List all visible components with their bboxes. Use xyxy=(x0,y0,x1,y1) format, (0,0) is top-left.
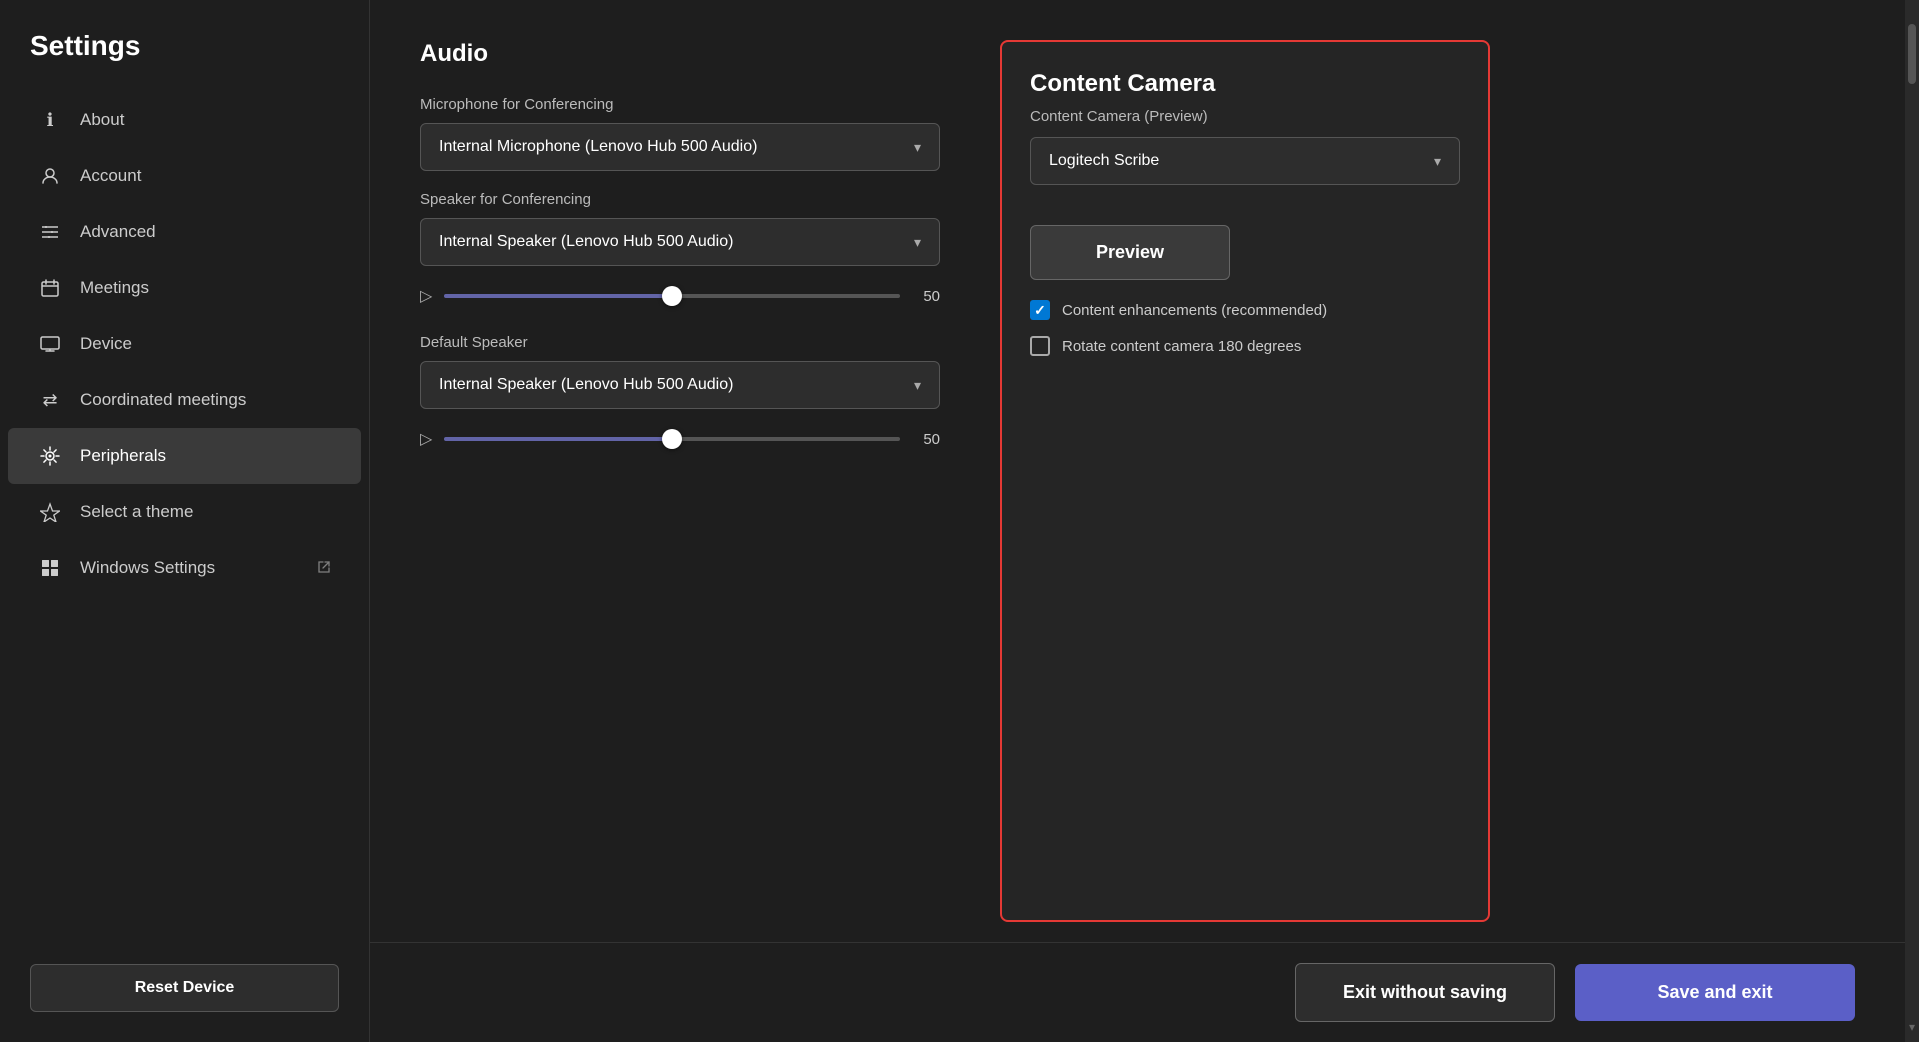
sidebar-item-peripherals[interactable]: Peripherals xyxy=(8,428,361,484)
rotate-row: Rotate content camera 180 degrees xyxy=(1030,336,1460,356)
sidebar: Settings ℹ About Account Advanced xyxy=(0,0,370,1042)
speaker-volume-container: ▷ 50 xyxy=(420,286,940,306)
scroll-down-icon[interactable]: ▾ xyxy=(1909,1020,1915,1034)
sidebar-item-label: Select a theme xyxy=(80,502,331,522)
sidebar-item-account[interactable]: Account xyxy=(8,148,361,204)
sidebar-item-label: Meetings xyxy=(80,278,331,298)
account-icon xyxy=(38,164,62,188)
chevron-down-icon: ▾ xyxy=(914,139,921,156)
sidebar-item-label: Peripherals xyxy=(80,446,331,466)
preview-button[interactable]: Preview xyxy=(1030,225,1230,280)
external-link-icon xyxy=(317,560,331,577)
microphone-label: Microphone for Conferencing xyxy=(420,96,940,113)
main-content: Audio Microphone for Conferencing Intern… xyxy=(370,0,1905,1042)
info-icon: ℹ xyxy=(38,108,62,132)
rotate-label: Rotate content camera 180 degrees xyxy=(1062,338,1301,355)
chevron-down-icon: ▾ xyxy=(914,234,921,251)
default-speaker-label: Default Speaker xyxy=(420,334,940,351)
camera-title: Content Camera xyxy=(1030,70,1460,98)
sidebar-item-device[interactable]: Device xyxy=(8,316,361,372)
device-icon xyxy=(38,332,62,356)
enhancements-checkbox[interactable] xyxy=(1030,300,1050,320)
sidebar-item-coordinated[interactable]: ⇄ Coordinated meetings xyxy=(8,372,361,428)
chevron-down-icon: ▾ xyxy=(1434,153,1441,170)
settings-title: Settings xyxy=(0,30,369,92)
camera-dropdown[interactable]: Logitech Scribe ▾ xyxy=(1030,137,1460,185)
chevron-down-icon: ▾ xyxy=(914,377,921,394)
microphone-dropdown[interactable]: Internal Microphone (Lenovo Hub 500 Audi… xyxy=(420,123,940,171)
speaker-volume-slider[interactable] xyxy=(444,294,900,298)
sidebar-item-label: Windows Settings xyxy=(80,558,299,578)
speaker-dropdown[interactable]: Internal Speaker (Lenovo Hub 500 Audio) … xyxy=(420,218,940,266)
play-icon[interactable]: ▷ xyxy=(420,286,432,306)
default-speaker-volume-slider[interactable] xyxy=(444,437,900,441)
camera-preview-label: Content Camera (Preview) xyxy=(1030,108,1460,125)
sidebar-item-label: Account xyxy=(80,166,331,186)
play-icon[interactable]: ▷ xyxy=(420,429,432,449)
camera-section: Content Camera Content Camera (Preview) … xyxy=(1000,40,1490,922)
default-speaker-value: Internal Speaker (Lenovo Hub 500 Audio) xyxy=(439,376,733,394)
default-speaker-dropdown[interactable]: Internal Speaker (Lenovo Hub 500 Audio) … xyxy=(420,361,940,409)
enhancements-label: Content enhancements (recommended) xyxy=(1062,302,1327,319)
sidebar-item-meetings[interactable]: Meetings xyxy=(8,260,361,316)
windows-icon xyxy=(38,556,62,580)
camera-value: Logitech Scribe xyxy=(1049,152,1159,170)
save-and-exit-button[interactable]: Save and exit xyxy=(1575,964,1855,1021)
coordinated-icon: ⇄ xyxy=(38,388,62,412)
advanced-icon xyxy=(38,220,62,244)
sidebar-bottom: Reset Device xyxy=(0,954,369,1022)
sidebar-item-label: About xyxy=(80,110,331,130)
speaker-volume-value: 50 xyxy=(912,288,940,305)
audio-title: Audio xyxy=(420,40,940,68)
sidebar-item-label: Coordinated meetings xyxy=(80,390,331,410)
sidebar-item-advanced[interactable]: Advanced xyxy=(8,204,361,260)
sidebar-item-label: Device xyxy=(80,334,331,354)
sidebar-item-windows[interactable]: Windows Settings xyxy=(8,540,361,596)
microphone-value: Internal Microphone (Lenovo Hub 500 Audi… xyxy=(439,138,757,156)
peripherals-icon xyxy=(38,444,62,468)
scrollbar-thumb[interactable] xyxy=(1908,24,1916,84)
audio-section: Audio Microphone for Conferencing Intern… xyxy=(420,40,940,922)
content-area: Audio Microphone for Conferencing Intern… xyxy=(370,0,1905,942)
speaker-value: Internal Speaker (Lenovo Hub 500 Audio) xyxy=(439,233,733,251)
footer: Exit without saving Save and exit xyxy=(370,942,1905,1042)
speaker-label: Speaker for Conferencing xyxy=(420,191,940,208)
sidebar-item-about[interactable]: ℹ About xyxy=(8,92,361,148)
sidebar-item-label: Advanced xyxy=(80,222,331,242)
enhancements-row: Content enhancements (recommended) xyxy=(1030,300,1460,320)
scrollbar[interactable]: ▾ xyxy=(1905,0,1919,1042)
meetings-icon xyxy=(38,276,62,300)
rotate-checkbox[interactable] xyxy=(1030,336,1050,356)
default-speaker-volume-container: ▷ 50 xyxy=(420,429,940,449)
sidebar-item-theme[interactable]: Select a theme xyxy=(8,484,361,540)
default-speaker-volume-value: 50 xyxy=(912,431,940,448)
exit-without-saving-button[interactable]: Exit without saving xyxy=(1295,963,1555,1022)
reset-device-button[interactable]: Reset Device xyxy=(30,964,339,1012)
theme-icon xyxy=(38,500,62,524)
